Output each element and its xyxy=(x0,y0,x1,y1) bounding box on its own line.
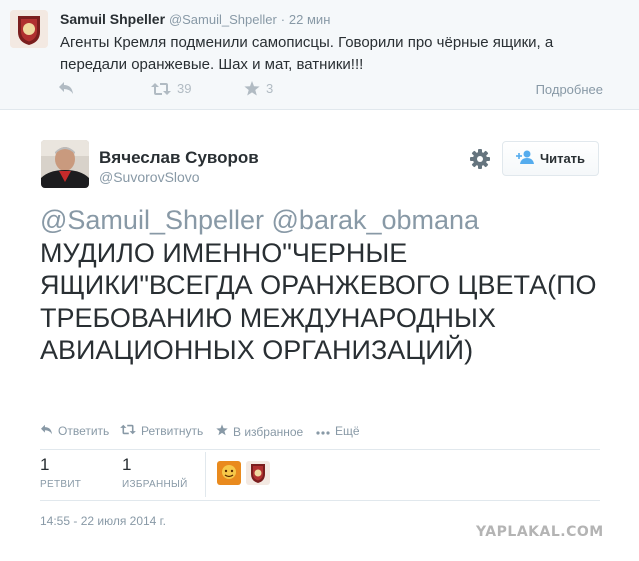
favorites-label: ИЗБРАННЫЙ xyxy=(122,479,188,490)
retweets-count: 1 xyxy=(40,455,50,474)
parent-author-handle[interactable]: @Samuil_Shpeller xyxy=(169,12,277,27)
parent-author-name[interactable]: Samuil Shpeller xyxy=(60,11,165,27)
tweet-text: @Samuil_Shpeller @barak_obmana МУДИЛО ИМ… xyxy=(40,204,625,367)
retweets-stat[interactable]: 1 РЕТВИТ xyxy=(40,455,81,490)
parent-reply-button[interactable] xyxy=(58,81,74,95)
author-avatar[interactable] xyxy=(41,140,89,188)
follow-button[interactable]: Читать xyxy=(502,141,599,176)
parent-avatar[interactable] xyxy=(10,10,48,48)
favorite-label: В избранное xyxy=(233,424,304,439)
divider xyxy=(40,449,600,450)
star-icon xyxy=(244,81,260,96)
parent-tweet-text: Агенты Кремля подменили самописцы. Говор… xyxy=(60,34,554,73)
parent-retweet-button[interactable]: 39 xyxy=(151,81,191,96)
reply-icon xyxy=(58,81,74,95)
parent-details-link[interactable]: Подробнее xyxy=(536,82,603,97)
reply-label: Ответить xyxy=(58,424,110,438)
more-button[interactable]: Ещё xyxy=(316,424,360,438)
separator-dot: · xyxy=(280,12,286,27)
tweet-mentions[interactable]: @Samuil_Shpeller @barak_obmana xyxy=(40,204,625,237)
stats-separator xyxy=(205,452,206,497)
parent-tweet[interactable]: Samuil Shpeller @Samuil_Shpeller · 22 ми… xyxy=(0,0,639,110)
favorites-count: 1 xyxy=(122,455,132,474)
retweets-label: РЕТВИТ xyxy=(40,479,82,490)
parent-favorite-count: 3 xyxy=(266,81,274,96)
favorites-stat[interactable]: 1 ИЗБРАННЫЙ xyxy=(122,455,188,490)
retweet-button[interactable]: Ретвитнуть xyxy=(120,424,203,438)
retweet-label: Ретвитнуть xyxy=(141,424,204,438)
reply-button[interactable]: Ответить xyxy=(40,424,109,438)
divider xyxy=(40,500,600,501)
tweet-body: МУДИЛО ИМЕННО"ЧЕРНЫЕ ЯЩИКИ"ВСЕГДА ОРАНЖЕ… xyxy=(40,237,597,366)
retweet-icon xyxy=(120,424,136,438)
watermark: YAPLAKAL.COM xyxy=(476,524,604,540)
parent-favorite-button[interactable]: 3 xyxy=(244,81,273,96)
tweet-timestamp[interactable]: 14:55 - 22 июля 2014 г. xyxy=(40,514,166,528)
author-handle[interactable]: @SuvorovSlovo xyxy=(99,169,200,185)
add-user-icon xyxy=(515,150,534,167)
favoriter-avatar[interactable] xyxy=(217,461,241,485)
gear-icon[interactable] xyxy=(469,148,491,170)
parent-retweet-count: 39 xyxy=(177,81,192,96)
more-dots-icon xyxy=(316,424,330,438)
retweet-icon xyxy=(151,82,171,96)
retweeter-avatar[interactable] xyxy=(246,461,270,485)
author-name[interactable]: Вячеслав Суворов xyxy=(99,148,259,168)
more-label: Ещё xyxy=(335,424,360,438)
favorite-button[interactable]: В избранное xyxy=(216,424,303,439)
star-icon xyxy=(216,424,228,439)
follow-label: Читать xyxy=(539,151,586,166)
reply-icon xyxy=(40,424,53,438)
parent-timestamp[interactable]: 22 мин xyxy=(289,12,330,27)
